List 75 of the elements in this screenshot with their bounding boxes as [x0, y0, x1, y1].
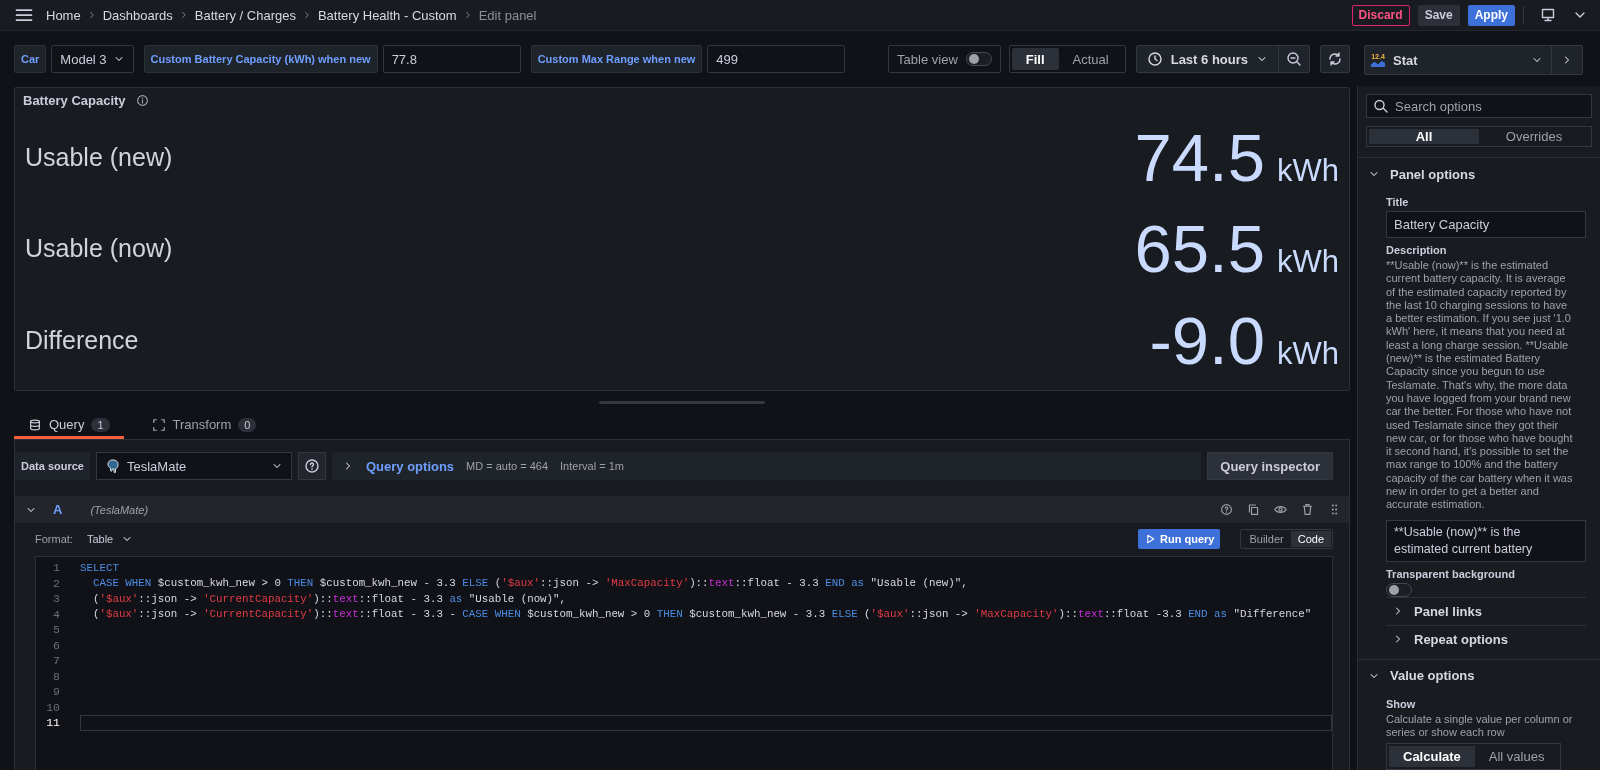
line-number: 6 — [52, 638, 60, 652]
variable-select[interactable]: Model 3 — [51, 45, 134, 73]
data-source-select[interactable]: TeslaMate — [96, 452, 292, 480]
toolbar-button[interactable]: Discard — [1351, 4, 1410, 26]
stat-label: Usable (now) — [25, 234, 173, 264]
query-options-link[interactable]: Query options — [366, 458, 455, 474]
stat-unit: kWh — [1277, 244, 1339, 281]
radio-option[interactable]: Fill — [1011, 48, 1059, 70]
line-number: 3 — [52, 592, 60, 606]
search-field[interactable]: Search options — [1366, 94, 1592, 118]
line-number: 2 — [52, 576, 60, 590]
field-label: Description — [1386, 244, 1448, 256]
variable-input[interactable]: 77.8 — [382, 45, 521, 73]
title-input[interactable]: Battery Capacity — [1386, 211, 1586, 238]
count-badge: 0 — [238, 417, 257, 432]
line-number: 10 — [45, 700, 60, 714]
query-name[interactable]: A — [53, 502, 63, 517]
line-number: 5 — [52, 623, 60, 637]
query-options-info: Interval = 1m — [560, 460, 624, 472]
section-header[interactable]: Repeat options — [1414, 631, 1508, 647]
editor-tab[interactable]: Transform 0 — [137, 413, 271, 439]
options-tab[interactable]: All — [1369, 129, 1479, 144]
query-options-info: MD = auto = 464 — [466, 460, 549, 472]
field-label: Data source — [15, 452, 90, 480]
field-description: Calculate a single value per column or series or show each row — [1386, 712, 1574, 739]
radio-option[interactable]: Calculate — [1389, 745, 1475, 767]
radio-option[interactable]: All values — [1474, 745, 1559, 767]
stat-unit: kWh — [1277, 335, 1339, 372]
stat-value: 65.5 — [1134, 215, 1265, 283]
field-label: Format: — [35, 533, 73, 545]
line-number: 9 — [52, 685, 60, 699]
code-line: ('$aux'::json -> 'CurrentCapacity')::text::float - 3.3 as "Usable (now)", — [91, 592, 567, 605]
table-view-toggle[interactable]: Table view — [888, 45, 1001, 73]
line-number: 1 — [52, 561, 60, 575]
code-line: CASE WHEN $custom_kwh_new > 0 THEN $custom_kwh_new - 3.3 ELSE ('$aux'::json -> 'MaxCapacity')::text::float - 3.3 END as "Usable (new)", — [91, 577, 968, 590]
stat-label: Usable (new) — [25, 143, 173, 173]
line-number: 11 — [45, 716, 60, 730]
variable-label: Custom Max Range when new — [530, 45, 703, 73]
toolbar-button[interactable]: Save — [1417, 4, 1460, 26]
section-header[interactable]: Panel options — [1390, 166, 1476, 182]
code-line: SELECT — [80, 561, 119, 574]
radio-option[interactable]: Code — [1290, 531, 1331, 547]
line-number: 7 — [52, 654, 60, 668]
section-header[interactable]: Value options — [1390, 668, 1475, 684]
stat-unit: kWh — [1277, 153, 1339, 190]
toolbar-button[interactable]: Apply — [1467, 4, 1515, 26]
field-label: Transparent background — [1386, 567, 1516, 580]
field-label: Title — [1386, 196, 1410, 208]
breadcrumb-link[interactable]: Home — [46, 7, 81, 23]
query-inspector-button[interactable]: Query inspector — [1207, 452, 1333, 480]
variable-input[interactable]: 499 — [707, 45, 846, 73]
radio-option[interactable]: Builder — [1242, 531, 1291, 547]
breadcrumb-link[interactable]: Edit panel — [478, 7, 537, 23]
panel-title: Battery Capacity — [23, 92, 126, 108]
stat-value: 74.5 — [1134, 124, 1265, 192]
description-field[interactable]: **Usable (now)** is the estimated current battery — [1386, 519, 1586, 562]
run-query-button[interactable]: Run query — [1138, 529, 1221, 549]
section-header[interactable]: Panel links — [1414, 603, 1482, 619]
radio-option[interactable]: Actual — [1058, 48, 1123, 70]
stat-value: -9.0 — [1149, 306, 1265, 374]
breadcrumb-link[interactable]: Battery / Charges — [194, 7, 296, 23]
variable-label: Custom Battery Capacity (kWh) when new — [143, 45, 378, 73]
line-number: 4 — [52, 607, 60, 621]
query-source: (TeslaMate) — [90, 503, 149, 516]
stat-label: Difference — [25, 325, 139, 355]
format-select[interactable]: Table — [80, 533, 140, 545]
breadcrumb-link[interactable]: Battery Health - Custom — [317, 7, 457, 23]
code-line: ('$aux'::json -> 'CurrentCapacity')::text::float - 3.3 - CASE WHEN $custom_kwh_new > 0 THEN $custom_kwh_new - 3.3 ELSE ('$aux'::json -> 'MaxCapacity')::text::float -3.3 END as "Difference" — [91, 608, 1312, 621]
field-label: Show — [1386, 697, 1417, 710]
line-number: 8 — [52, 669, 60, 683]
variable-label: Car — [14, 45, 47, 73]
options-tab[interactable]: Overrides — [1479, 129, 1589, 144]
count-badge: 1 — [91, 417, 110, 432]
description-text: **Usable (now)** is the estimated current battery capacity. It is average of the estimated capacity reported by the last 10 charging sessions to have a better estimation. If you see just '1.0 kWh' here, it means that you need at least a long charge session. **Usable (new)** is the estimated Battery Capacity since you begun to use Teslamate. That's why, the more data you have logged from your brand new car the better. For those who have not used Teslamate since they got their new car, or for those who have bought it second hand, it's possible to set the max range to 100% and the battery capacity of the car battery when it was new in order to get a better and accurate estimation. — [1386, 259, 1574, 512]
breadcrumb-link[interactable]: Dashboards — [102, 7, 173, 23]
